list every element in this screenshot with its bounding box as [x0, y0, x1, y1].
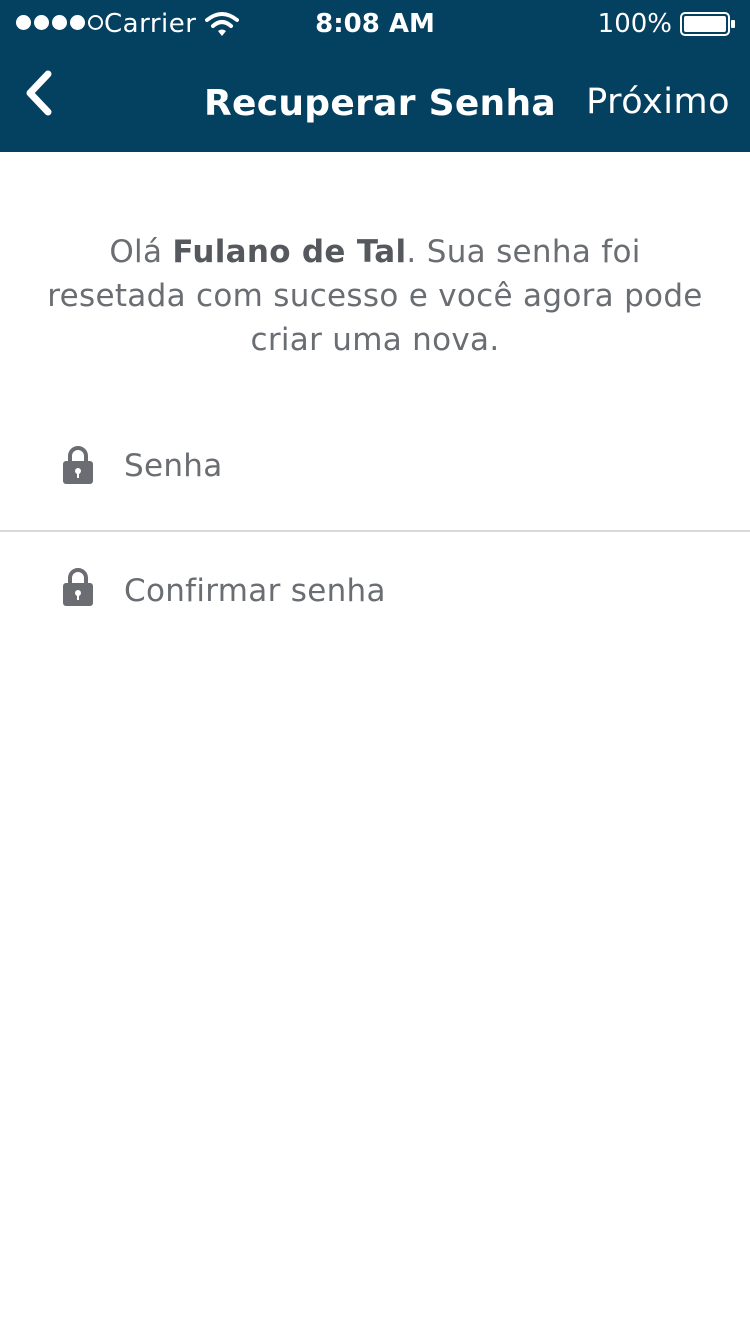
message-prefix: Olá — [109, 234, 173, 270]
battery-icon — [680, 12, 735, 36]
next-button[interactable]: Próximo — [586, 78, 730, 126]
reset-success-message: Olá Fulano de Tal. Sua senha foi resetad… — [40, 230, 710, 362]
lock-icon — [63, 446, 93, 484]
confirm-password-placeholder: Confirmar senha — [124, 573, 386, 609]
confirm-password-field[interactable]: Confirmar senha — [0, 540, 750, 650]
status-bar: Carrier 8:08 AM 100% — [0, 0, 750, 48]
user-name: Fulano de Tal — [172, 234, 407, 270]
chevron-left-icon[interactable] — [18, 66, 66, 122]
password-placeholder: Senha — [124, 448, 223, 484]
lock-icon — [63, 568, 93, 606]
navigation-header: Carrier 8:08 AM 100% Recuperar Senha Pró… — [0, 0, 750, 152]
battery-percentage: 100% — [597, 9, 672, 39]
page-title: Recuperar Senha — [203, 83, 557, 124]
password-field[interactable]: Senha — [0, 415, 750, 525]
field-divider — [0, 530, 750, 532]
